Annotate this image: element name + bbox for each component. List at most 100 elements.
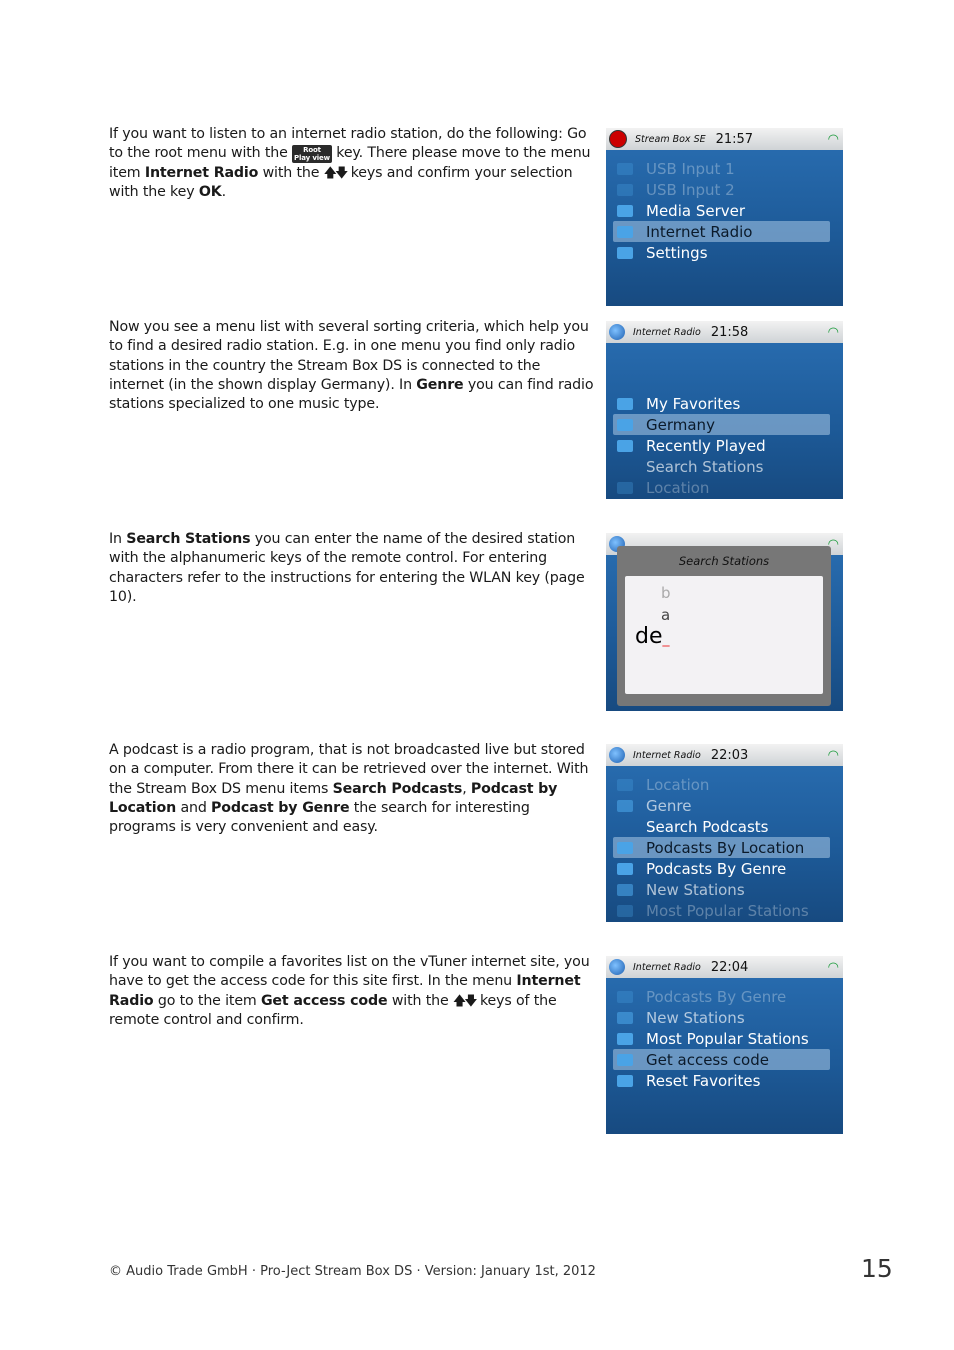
- menu-item[interactable]: Internet Radio: [613, 221, 830, 242]
- text-run: In: [109, 531, 127, 547]
- menu-item[interactable]: My Favorites: [613, 393, 830, 414]
- menu-item[interactable]: Most Popular Stations: [613, 900, 830, 921]
- menu-item-label: My Favorites: [646, 394, 741, 413]
- device-screen: Stream Box SE 21:57 ◠ USB Input 1 USB Input …: [606, 128, 843, 306]
- bold-term: OK: [198, 183, 222, 200]
- wifi-icon: ◠: [827, 959, 839, 975]
- text-run: ,: [462, 780, 471, 797]
- device-screen: Internet Radio 22:04 ◠ Podcasts By Genre New…: [606, 956, 843, 1134]
- menu-item[interactable]: Location: [613, 477, 830, 498]
- bold-term: Genre: [416, 376, 464, 393]
- menu-item-label: Genre: [646, 796, 692, 815]
- wifi-icon: ◠: [827, 324, 839, 340]
- menu-item[interactable]: Recently Played: [613, 435, 830, 456]
- folder-icon: [617, 439, 633, 452]
- menu-item-label: Most Popular Stations: [646, 1029, 809, 1048]
- text-run: go to the item: [153, 992, 261, 1009]
- previous-char: b: [661, 584, 671, 602]
- blank-icon: [617, 821, 633, 833]
- menu-item[interactable]: Podcasts By Location: [613, 837, 830, 858]
- menu-item[interactable]: USB Input 2: [613, 179, 830, 200]
- folder-icon: [617, 841, 633, 854]
- menu-item-label: Location: [646, 478, 710, 497]
- device-screen: Internet Radio 22:03 ◠ Location Genre Search …: [606, 744, 843, 922]
- page-number: 15: [861, 1254, 893, 1283]
- globe-icon: [609, 324, 625, 340]
- status-bar: Internet Radio 21:58 ◠: [606, 321, 843, 343]
- menu-item-label: USB Input 2: [646, 180, 735, 199]
- folder-icon: [617, 397, 633, 410]
- folder-icon: [617, 418, 633, 431]
- folder-icon: [617, 990, 633, 1003]
- clock: 21:57: [715, 131, 754, 147]
- menu-list: Location Genre Search Podcasts Podcasts By …: [606, 766, 843, 921]
- cursor: _: [662, 631, 670, 647]
- text-run: and: [176, 799, 212, 816]
- status-bar: Stream Box SE 21:57 ◠: [606, 128, 843, 150]
- entered-value: de: [635, 624, 663, 649]
- text-run: .: [221, 183, 227, 200]
- menu-item[interactable]: Genre: [613, 795, 830, 816]
- menu-item[interactable]: Podcasts By Genre: [613, 986, 830, 1007]
- menu-item-label: Recently Played: [646, 436, 766, 455]
- bold-term: Podcast by Genre: [211, 799, 350, 816]
- menu-item[interactable]: Search Stations: [613, 456, 830, 477]
- dialog-title: Search Stations: [678, 554, 770, 568]
- menu-item-label: Podcasts By Location: [646, 838, 805, 857]
- menu-item[interactable]: Podcasts By Genre: [613, 858, 830, 879]
- entered-text: de_: [635, 624, 670, 649]
- menu-list: Podcasts By Genre New Stations Most Popula…: [606, 978, 843, 1091]
- wifi-icon: ◠: [827, 747, 839, 763]
- globe-icon: [617, 225, 633, 238]
- paragraph: In Search Stations you can enter the nam…: [109, 530, 597, 607]
- menu-item-label: New Stations: [646, 880, 745, 899]
- folder-icon: [617, 1074, 633, 1087]
- folder-icon: [617, 1032, 633, 1045]
- wrench-icon: [617, 246, 633, 259]
- menu-list: My Favorites Germany Recently Played Search…: [606, 343, 843, 498]
- menu-item-label: Reset Favorites: [646, 1071, 761, 1090]
- globe-icon: [609, 747, 625, 763]
- up-down-arrows-icon: 🡅🡇: [323, 165, 349, 181]
- device-screen: Internet Radio 21:58 ◠ My Favorites Germany R…: [606, 321, 843, 499]
- menu-item-label: Podcasts By Genre: [646, 987, 787, 1006]
- search-dialog: Search Stations b a de_: [617, 546, 831, 706]
- menu-item-label: Media Server: [646, 201, 746, 220]
- text-run: with the: [387, 992, 453, 1009]
- source-name: Stream Box SE: [635, 133, 706, 145]
- next-char: a: [661, 606, 671, 624]
- menu-list: USB Input 1 USB Input 2 Media Server Intern…: [606, 150, 843, 263]
- bold-term: Search Stations: [126, 531, 251, 547]
- menu-item[interactable]: Media Server: [613, 200, 830, 221]
- menu-item-label: Podcasts By Genre: [646, 859, 787, 878]
- menu-item-label: Germany: [646, 415, 715, 434]
- folder-icon: [617, 883, 633, 896]
- menu-item[interactable]: Reset Favorites: [613, 1070, 830, 1091]
- up-down-arrows-icon: 🡅🡇: [452, 993, 478, 1009]
- source-name: Internet Radio: [633, 326, 701, 338]
- menu-item[interactable]: Germany: [613, 414, 830, 435]
- menu-item-label: Search Stations: [646, 457, 764, 476]
- menu-item[interactable]: Location: [613, 774, 830, 795]
- menu-item-label: Settings: [646, 243, 708, 262]
- paragraph: If you want to compile a favorites list …: [109, 953, 597, 1030]
- clock: 22:04: [710, 959, 749, 975]
- globe-icon: [609, 959, 625, 975]
- menu-item-label: USB Input 1: [646, 159, 735, 178]
- menu-item[interactable]: USB Input 1: [613, 158, 830, 179]
- menu-item[interactable]: New Stations: [613, 879, 830, 900]
- source-name: Internet Radio: [633, 749, 701, 761]
- menu-item[interactable]: Search Podcasts: [613, 816, 830, 837]
- folder-icon: [617, 481, 633, 494]
- monitor-icon: [617, 204, 633, 217]
- wifi-icon: ◠: [827, 131, 839, 147]
- menu-item[interactable]: Get access code: [613, 1049, 830, 1070]
- menu-item[interactable]: Most Popular Stations: [613, 1028, 830, 1049]
- text-entry-box[interactable]: b a de_: [625, 576, 823, 694]
- menu-item[interactable]: New Stations: [613, 1007, 830, 1028]
- paragraph: Now you see a menu list with several sor…: [109, 318, 597, 414]
- menu-item[interactable]: Settings: [613, 242, 830, 263]
- folder-icon: [617, 1053, 633, 1066]
- folder-icon: [617, 862, 633, 875]
- menu-item-label: Location: [646, 775, 710, 794]
